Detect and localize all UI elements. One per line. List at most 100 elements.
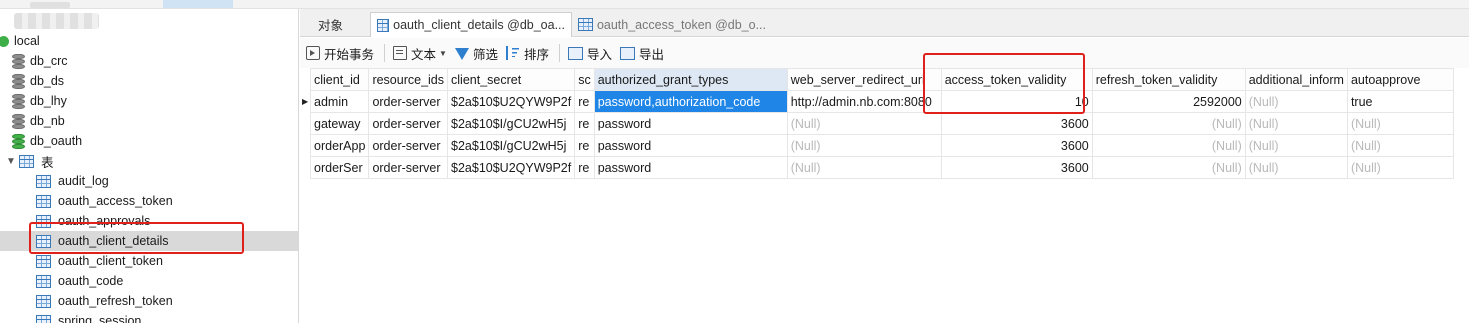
table-cell-null[interactable]: (Null) [1346, 156, 1454, 179]
connection-icon [0, 35, 9, 47]
menu-item-active[interactable] [163, 0, 233, 8]
tree-db-db_nb[interactable]: db_nb [0, 111, 298, 131]
column-header[interactable]: refresh_token_validity [1091, 68, 1246, 91]
table-cell[interactable]: $2a$10$U2QYW9P2f [447, 90, 576, 113]
sort-button[interactable]: 排序 [505, 44, 549, 63]
column-header[interactable]: resource_ids [368, 68, 449, 91]
table-cell[interactable]: re [574, 134, 595, 157]
filter-icon [454, 48, 469, 60]
table-cell[interactable]: re [574, 90, 595, 113]
table-cell[interactable]: order-server [368, 90, 449, 113]
column-header[interactable]: client_secret [447, 68, 576, 91]
chevron-down-icon[interactable]: ▼ [6, 156, 16, 167]
table-cell-null[interactable]: (Null) [786, 112, 942, 135]
tree-table-item[interactable]: audit_log [0, 171, 298, 191]
table-icon [36, 294, 51, 308]
tab-label: oauth_access_token @db_o... [596, 17, 766, 32]
column-header[interactable]: sc [574, 68, 595, 91]
table-cell[interactable]: orderApp [309, 134, 370, 157]
begin-transaction-button[interactable]: 开始事务 [306, 44, 374, 63]
text-doc-icon [393, 46, 408, 60]
table-cell[interactable]: 3600 [940, 134, 1093, 157]
table-cell[interactable]: password [593, 156, 788, 179]
table-cell[interactable]: true [1346, 90, 1454, 113]
tree-table-item[interactable]: oauth_refresh_token [0, 291, 298, 311]
toolbar-divider [558, 44, 560, 62]
column-header[interactable]: autoapprove [1346, 68, 1454, 91]
table-cell[interactable]: re [574, 156, 595, 179]
table-row[interactable]: orderApp order-server $2a$10$I/gCU2wH5j … [309, 134, 1454, 157]
table-cell[interactable]: order-server [368, 156, 449, 179]
column-header[interactable]: client_id [309, 68, 370, 91]
table-cell-null[interactable]: (Null) [1091, 112, 1246, 135]
table-cell-null[interactable]: (Null) [1244, 134, 1348, 157]
table-cell-null[interactable]: (Null) [786, 156, 942, 179]
table-row[interactable]: admin order-server $2a$10$U2QYW9P2f re p… [309, 90, 1454, 113]
tree-table-item[interactable]: oauth_client_token [0, 251, 298, 271]
tree-db-db_oauth[interactable]: db_oauth [0, 131, 298, 151]
table-cell[interactable]: re [574, 112, 595, 135]
table-cell[interactable]: $2a$10$U2QYW9P2f [447, 156, 576, 179]
menu-bar [0, 0, 1469, 9]
column-header-selected[interactable]: authorized_grant_types [593, 68, 788, 91]
column-header[interactable]: web_server_redirect_uri [786, 68, 942, 91]
tree-table-item[interactable]: oauth_access_token [0, 191, 298, 211]
import-button[interactable]: 导入 [567, 44, 612, 63]
table-cell[interactable]: password [593, 134, 788, 157]
table-cell[interactable]: 3600 [940, 156, 1093, 179]
table-cell[interactable]: password [593, 112, 788, 135]
tree-table-item[interactable]: oauth_code [0, 271, 298, 291]
table-cell[interactable]: $2a$10$I/gCU2wH5j [447, 134, 576, 157]
table-row[interactable]: orderSer order-server $2a$10$U2QYW9P2f r… [309, 156, 1454, 179]
table-row[interactable]: gateway order-server $2a$10$I/gCU2wH5j r… [309, 112, 1454, 135]
table-cell[interactable]: admin [309, 90, 370, 113]
database-label: db_crc [30, 54, 68, 68]
table-cell[interactable]: 3600 [940, 112, 1093, 135]
table-cell-null[interactable]: (Null) [1346, 112, 1454, 135]
grid-toolbar: 开始事务 文本 ▼ 筛选 排序 导入 导出 [300, 38, 1469, 68]
text-button[interactable]: 文本 ▼ [393, 44, 447, 63]
table-cell-null[interactable]: (Null) [1244, 112, 1348, 135]
tab-oauth-client-details[interactable]: oauth_client_details @db_oa... [370, 12, 572, 37]
column-header[interactable]: additional_inform [1244, 68, 1348, 91]
tab-objects[interactable]: 对象 [312, 12, 349, 37]
table-icon [377, 18, 390, 32]
tree-db-db_crc[interactable]: db_crc [0, 51, 298, 71]
table-cell[interactable]: $2a$10$I/gCU2wH5j [447, 112, 576, 135]
table-label: oauth_refresh_token [58, 294, 173, 308]
filter-button[interactable]: 筛选 [454, 44, 498, 63]
import-icon [567, 46, 583, 60]
table-cell-null[interactable]: (Null) [1244, 90, 1348, 113]
tree-db-db_ds[interactable]: db_ds [0, 71, 298, 91]
table-cell-null[interactable]: (Null) [1346, 134, 1454, 157]
table-cell-null[interactable]: (Null) [1244, 156, 1348, 179]
tree-connection-local[interactable]: local [0, 31, 298, 51]
export-button[interactable]: 导出 [620, 44, 664, 63]
table-folder-icon [19, 154, 34, 168]
database-icon [12, 53, 25, 69]
tree-folder-tables[interactable]: ▼ 表 [0, 151, 298, 171]
table-cell[interactable]: http://admin.nb.com:8080 [786, 90, 942, 113]
tab-oauth-access-token[interactable]: oauth_access_token @db_o... [572, 12, 772, 37]
table-cell[interactable]: order-server [368, 134, 449, 157]
table-cell[interactable]: orderSer [309, 156, 370, 179]
connection-label: local [14, 34, 40, 48]
blurred-username [14, 13, 99, 29]
table-cell[interactable]: order-server [368, 112, 449, 135]
tree-table-item[interactable]: spring_session [0, 311, 298, 323]
chevron-down-icon[interactable]: ▼ [439, 49, 447, 58]
table-cell[interactable]: 2592000 [1091, 90, 1246, 113]
table-cell-selected[interactable]: password,authorization_code [593, 90, 788, 113]
highlight-annotation-box [923, 53, 1085, 114]
tab-label: oauth_client_details @db_oa... [393, 18, 565, 32]
menu-item-blurred[interactable] [30, 2, 70, 8]
tab-bar: 对象 oauth_client_details @db_oa... oauth_… [300, 9, 1469, 37]
table-icon [36, 314, 51, 323]
table-cell[interactable]: gateway [309, 112, 370, 135]
database-open-icon [12, 133, 25, 149]
tab-label: 对象 [318, 19, 344, 33]
table-cell-null[interactable]: (Null) [1091, 134, 1246, 157]
tree-db-db_lhy[interactable]: db_lhy [0, 91, 298, 111]
table-cell-null[interactable]: (Null) [786, 134, 942, 157]
table-cell-null[interactable]: (Null) [1091, 156, 1246, 179]
